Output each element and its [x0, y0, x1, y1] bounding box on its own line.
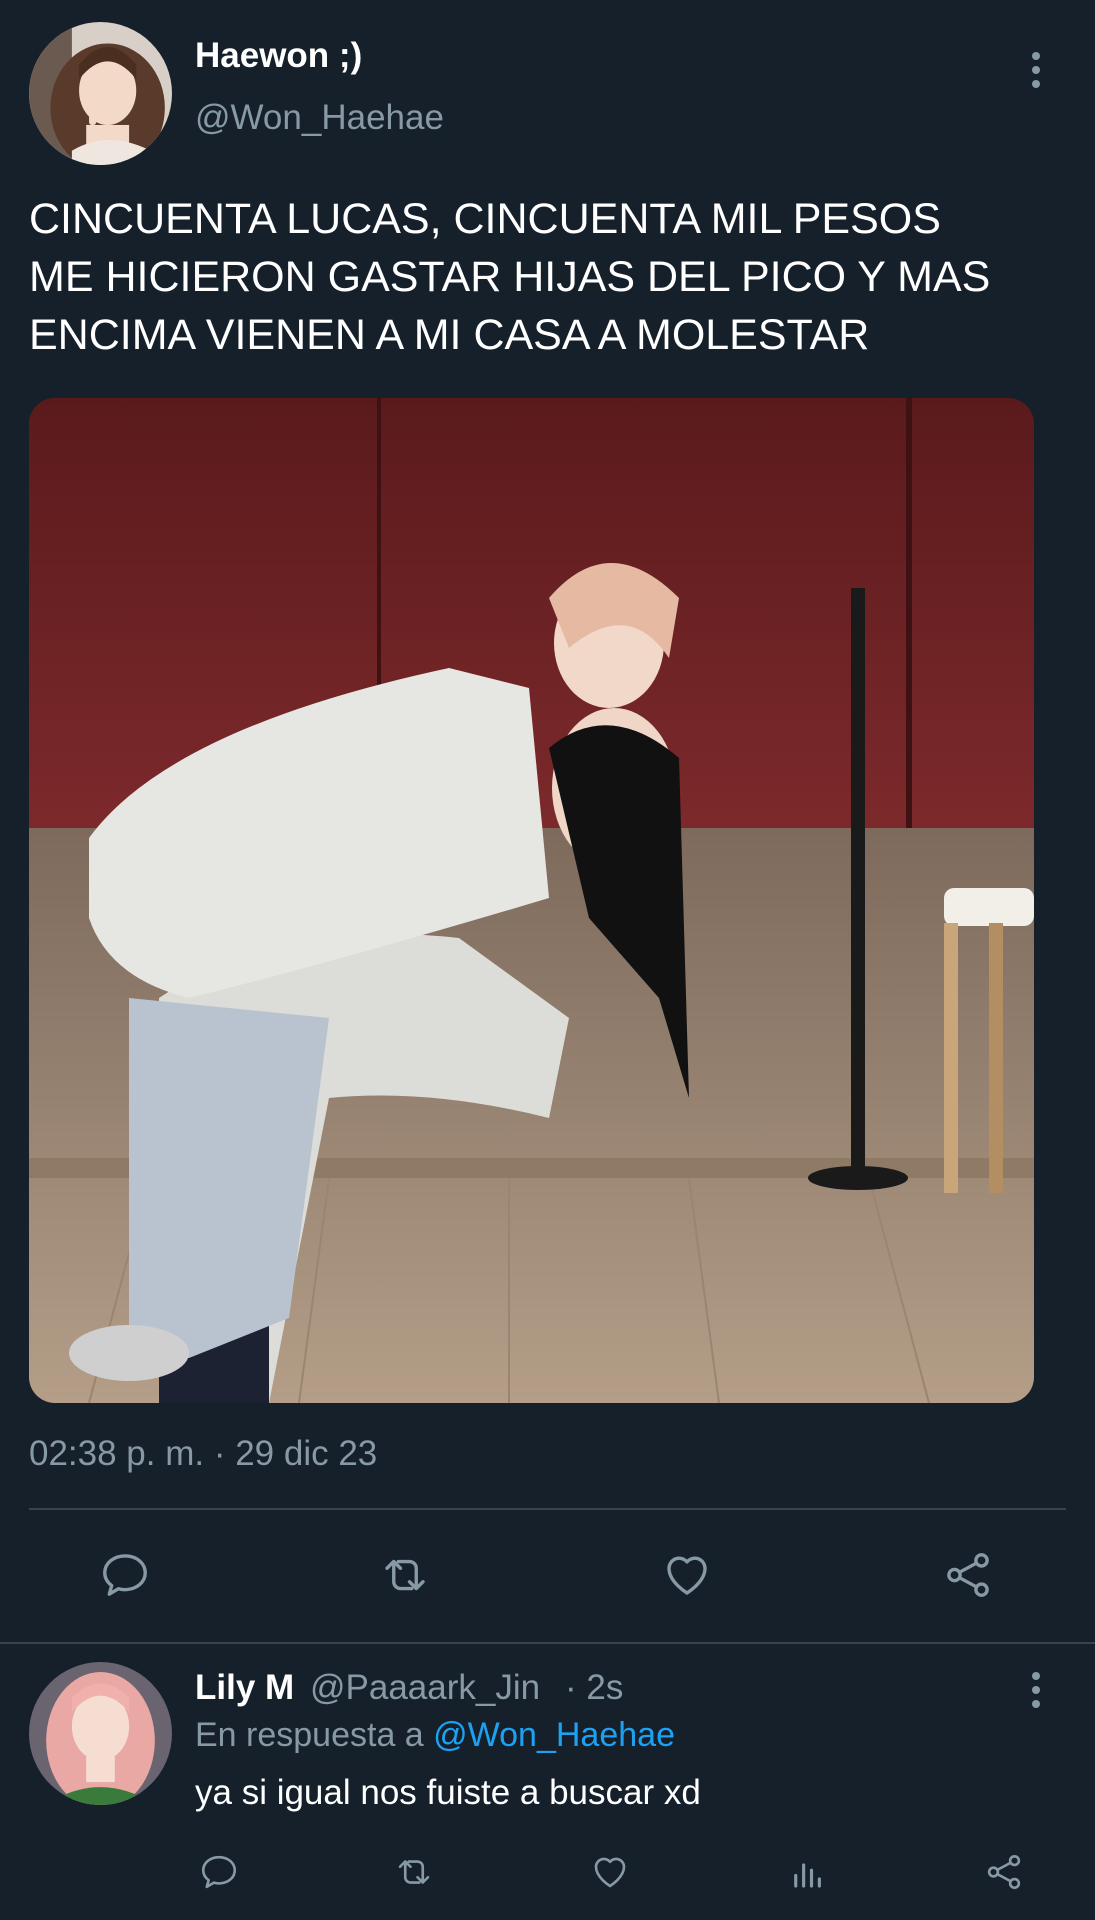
reply-reply-icon[interactable]: [195, 1848, 243, 1896]
reply-author-avatar-image: [29, 1662, 172, 1805]
tweet-more-menu-icon[interactable]: [1021, 48, 1051, 92]
tweet-photo[interactable]: [29, 398, 1034, 1403]
reply-age: · 2s: [565, 1668, 624, 1707]
tweet-timestamp[interactable]: 02:38 p. m. · 29 dic 23: [29, 1434, 377, 1474]
retweet-icon[interactable]: [375, 1545, 435, 1605]
reply-author-name[interactable]: Lily M: [195, 1668, 294, 1708]
reply-retweet-icon[interactable]: [390, 1848, 438, 1896]
replying-to-mention[interactable]: @Won_Haehae: [433, 1716, 675, 1754]
author-avatar[interactable]: [29, 22, 172, 165]
reply-author-handle[interactable]: @Paaaark_Jin: [310, 1668, 540, 1708]
reply-more-menu-icon[interactable]: [1021, 1668, 1051, 1712]
reply-icon[interactable]: [95, 1545, 155, 1605]
author-avatar-image: [29, 22, 172, 165]
like-icon[interactable]: [657, 1545, 717, 1605]
author-handle[interactable]: @Won_Haehae: [195, 98, 444, 138]
tweet-divider: [29, 1508, 1066, 1510]
reply-author-avatar[interactable]: [29, 1662, 172, 1805]
reply-text: ya si igual nos fuiste a buscar xd: [195, 1773, 701, 1812]
thread-divider: [0, 1642, 1095, 1644]
reply-share-icon[interactable]: [980, 1848, 1028, 1896]
replying-to-line: En respuesta a @Won_Haehae: [195, 1716, 675, 1755]
reply-like-icon[interactable]: [586, 1848, 634, 1896]
share-icon[interactable]: [938, 1545, 998, 1605]
replying-to-prefix: En respuesta a: [195, 1716, 424, 1754]
author-name[interactable]: Haewon ;): [195, 36, 362, 76]
reply-analytics-icon[interactable]: [784, 1848, 832, 1896]
tweet-photo-image: [29, 398, 1034, 1403]
tweet-text: CINCUENTA LUCAS, CINCUENTA MIL PESOS ME …: [29, 195, 991, 359]
